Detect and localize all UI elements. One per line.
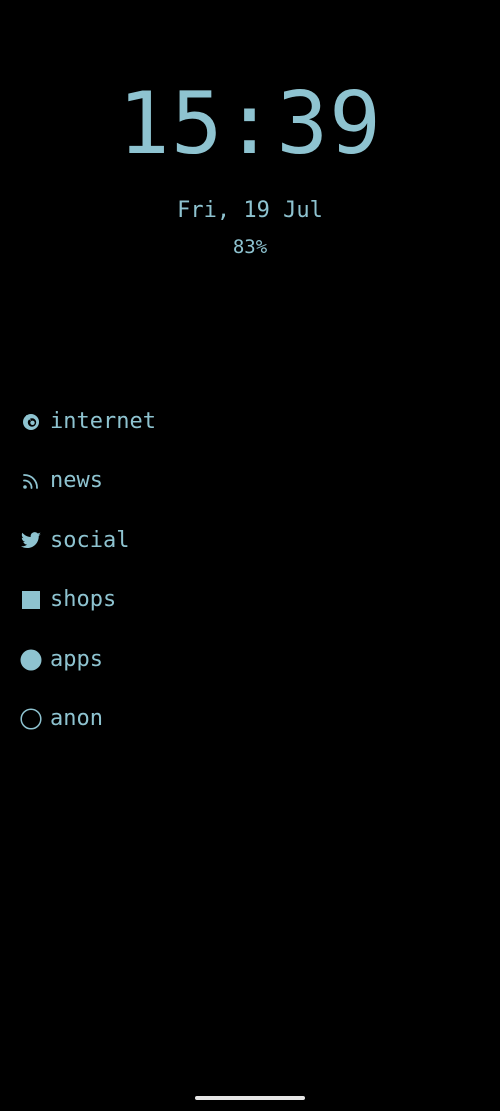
home-indicator[interactable] xyxy=(195,1096,305,1100)
battery-level: 83% xyxy=(232,236,268,258)
menu-item-apps[interactable]: apps xyxy=(20,641,480,679)
twitter-bird-icon xyxy=(20,530,42,552)
menu-item-news[interactable]: news xyxy=(20,462,480,500)
menu-item-social[interactable]: social xyxy=(20,522,480,560)
menu-item-label: news xyxy=(50,468,103,494)
rss-icon xyxy=(20,470,42,492)
clock-time[interactable]: 15:39 xyxy=(0,74,500,174)
menu-item-shops[interactable]: shops xyxy=(20,581,480,619)
square-icon xyxy=(20,589,42,611)
menu-item-label: social xyxy=(50,527,130,553)
launcher-menu: internet news social shops apps anon xyxy=(20,403,480,759)
firefox-icon xyxy=(20,411,42,433)
menu-item-label: apps xyxy=(50,646,103,672)
filled-circle-icon xyxy=(20,649,42,671)
menu-item-label: anon xyxy=(50,705,103,731)
menu-item-internet[interactable]: internet xyxy=(20,403,480,441)
menu-item-label: shops xyxy=(50,587,117,613)
clock-date[interactable]: Fri, 19 Jul xyxy=(0,197,500,225)
menu-item-anon[interactable]: anon xyxy=(20,700,480,738)
menu-item-label: internet xyxy=(50,409,156,434)
outline-circle-icon xyxy=(20,708,42,730)
